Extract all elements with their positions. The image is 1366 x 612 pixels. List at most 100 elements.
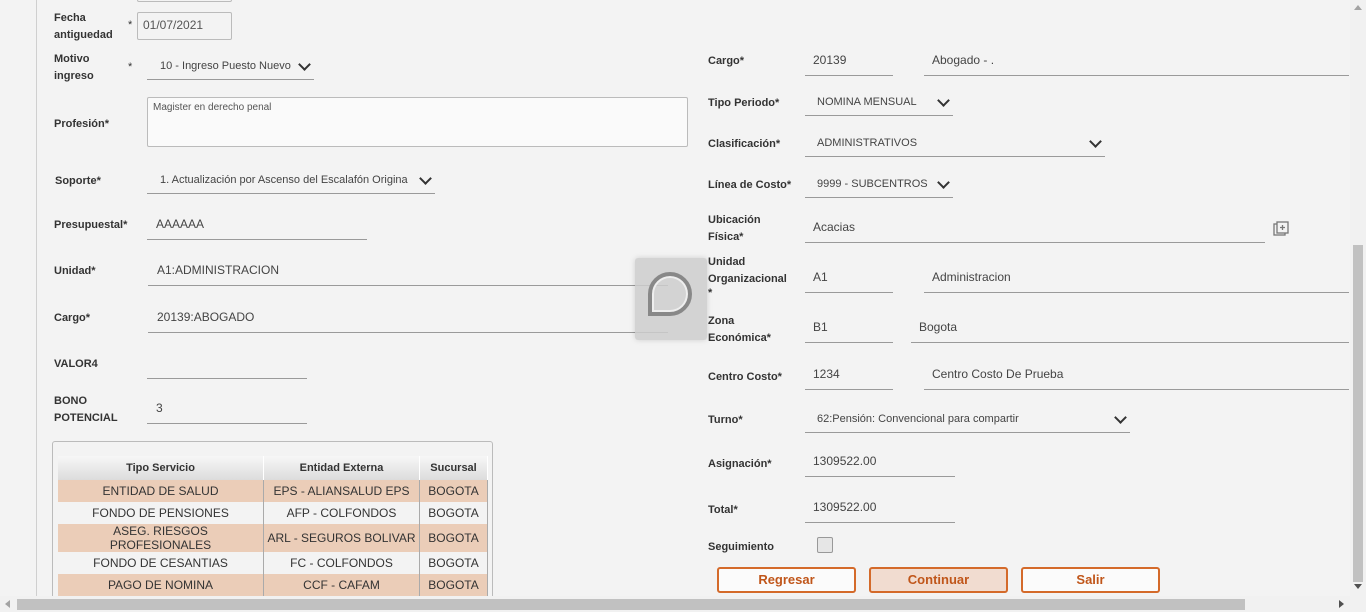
chevron-down-icon xyxy=(937,94,950,107)
fecha-antiguedad-input[interactable]: 01/07/2021 xyxy=(137,12,232,40)
motivo-ingreso-select[interactable]: 10 - Ingreso Puesto Nuevo xyxy=(147,56,314,80)
continuar-button[interactable]: Continuar xyxy=(869,567,1008,593)
seguimiento-checkbox[interactable] xyxy=(817,537,833,553)
table-cell: ARL - SEGUROS BOLIVAR xyxy=(263,524,420,552)
seguimiento-label: Seguimiento xyxy=(708,541,775,553)
required-mark: * xyxy=(128,61,133,73)
horizontal-scrollbar[interactable] xyxy=(0,596,1366,612)
scroll-up-icon[interactable] xyxy=(1354,5,1362,10)
table-cell: ENTIDAD DE SALUD xyxy=(58,480,264,502)
scroll-right-icon[interactable] xyxy=(1339,600,1344,608)
table-cell: FC - COLFONDOS xyxy=(263,552,420,574)
table-row[interactable]: ENTIDAD DE SALUD EPS - ALIANSALUD EPS BO… xyxy=(58,480,488,502)
profesion-textarea[interactable]: Magister en derecho penal xyxy=(147,97,688,147)
column-header: Tipo Servicio xyxy=(58,456,264,480)
unidad-org-code-input[interactable]: A1 xyxy=(805,267,893,293)
centro-costo-code-input[interactable]: 1234 xyxy=(805,364,893,390)
asignacion-label: Asignación* xyxy=(708,458,772,470)
chevron-down-icon xyxy=(1089,135,1102,148)
linea-costo-select[interactable]: 9999 - SUBCENTROS xyxy=(805,174,953,198)
salir-button[interactable]: Salir xyxy=(1021,567,1160,593)
presupuestal-input[interactable]: AAAAAA xyxy=(147,214,367,240)
scroll-down-icon[interactable] xyxy=(1354,584,1362,589)
cut-off-field[interactable] xyxy=(137,0,232,2)
total-label: Total* xyxy=(708,504,738,516)
table-cell: EPS - ALIANSALUD EPS xyxy=(263,480,420,502)
table-cell: AFP - COLFONDOS xyxy=(263,502,420,524)
vertical-scroll-thumb[interactable] xyxy=(1353,245,1363,582)
table-cell: BOGOTA xyxy=(419,502,488,524)
chevron-down-icon xyxy=(419,172,432,185)
add-location-icon[interactable] xyxy=(1273,221,1289,237)
soporte-select[interactable]: 1. Actualización por Ascenso del Escalaf… xyxy=(147,170,435,194)
table-row[interactable]: PAGO DE NOMINA CCF - CAFAM BOGOTA xyxy=(58,574,488,596)
regresar-button[interactable]: Regresar xyxy=(717,567,856,593)
tipo-periodo-label: Tipo Periodo* xyxy=(708,97,780,109)
turno-value: 62:Pensión: Convencional para compartir xyxy=(817,413,1019,425)
unidad-input[interactable]: A1:ADMINISTRACION xyxy=(148,260,668,286)
table-cell: FONDO DE PENSIONES xyxy=(58,502,264,524)
bono-potencial-input[interactable]: 3 xyxy=(147,398,307,424)
column-header: Entidad Externa xyxy=(263,456,420,480)
services-table: Tipo Servicio Entidad Externa Sucursal E… xyxy=(58,456,488,596)
tipo-periodo-value: NOMINA MENSUAL xyxy=(817,96,917,108)
form-page: Fecha antiguedad * 01/07/2021 Motivo ing… xyxy=(0,0,1350,596)
bono-potencial-label: BONO POTENCIAL xyxy=(54,395,118,424)
clasificacion-value: ADMINISTRATIVOS xyxy=(817,137,918,149)
cargo-right-label: Cargo* xyxy=(708,55,745,67)
zona-desc-input[interactable]: Bogota xyxy=(911,317,1349,343)
table-row[interactable]: FONDO DE PENSIONES AFP - COLFONDOS BOGOT… xyxy=(58,502,488,524)
linea-costo-label: Línea de Costo* xyxy=(708,179,792,191)
table-cell: BOGOTA xyxy=(419,552,488,574)
total-input[interactable]: 1309522.00 xyxy=(805,497,955,523)
table-cell: FONDO DE CESANTIAS xyxy=(58,552,264,574)
table-cell: ASEG. RIESGOS PROFESIONALES xyxy=(58,524,264,552)
cargo-code-input[interactable]: 20139 xyxy=(805,50,893,76)
motivo-ingreso-value: 10 - Ingreso Puesto Nuevo xyxy=(160,60,291,72)
turno-select[interactable]: 62:Pensión: Convencional para compartir xyxy=(805,409,1130,433)
fecha-antiguedad-label: Fecha antiguedad xyxy=(54,12,113,41)
valor4-label: VALOR4 xyxy=(54,358,98,370)
clasificacion-label: Clasificación* xyxy=(708,138,781,150)
cargo-label: Cargo* xyxy=(54,312,91,324)
table-cell: BOGOTA xyxy=(419,480,488,502)
unidad-label: Unidad* xyxy=(54,265,96,277)
chevron-down-icon xyxy=(1114,411,1127,424)
linea-costo-value: 9999 - SUBCENTROS xyxy=(817,178,928,190)
presupuestal-label: Presupuestal* xyxy=(54,219,128,231)
valor4-input[interactable] xyxy=(147,353,307,379)
ubicacion-fisica-input[interactable]: Acacias xyxy=(805,217,1265,243)
ubicacion-fisica-label: Ubicación Física* xyxy=(708,214,761,243)
tipo-periodo-select[interactable]: NOMINA MENSUAL xyxy=(805,92,953,116)
column-header: Sucursal xyxy=(419,456,488,480)
horizontal-scroll-thumb[interactable] xyxy=(17,599,1245,610)
profesion-label: Profesión* xyxy=(54,118,110,130)
chevron-down-icon xyxy=(937,176,950,189)
required-mark: * xyxy=(128,19,133,31)
scroll-left-icon[interactable] xyxy=(5,600,10,608)
left-border xyxy=(36,0,37,596)
table-cell: BOGOTA xyxy=(419,574,488,596)
motivo-ingreso-label: Motivo ingreso xyxy=(54,53,94,82)
table-cell: PAGO DE NOMINA xyxy=(58,574,264,596)
loading-spinner-icon xyxy=(648,272,692,316)
unidad-org-desc-input[interactable]: Administracion xyxy=(924,267,1349,293)
centro-costo-desc-input[interactable]: Centro Costo De Prueba xyxy=(924,364,1349,390)
table-cell: CCF - CAFAM xyxy=(263,574,420,596)
unidad-organizacional-label: Unidad Organizacional * xyxy=(708,256,787,299)
asignacion-input[interactable]: 1309522.00 xyxy=(805,451,955,477)
soporte-value: 1. Actualización por Ascenso del Escalaf… xyxy=(160,174,408,186)
turno-label: Turno* xyxy=(708,414,743,426)
vertical-scrollbar[interactable] xyxy=(1350,0,1366,596)
chevron-down-icon xyxy=(298,58,311,71)
soporte-label: Soporte* xyxy=(55,175,101,187)
cargo-desc-input[interactable]: Abogado - . xyxy=(924,50,1349,76)
table-row[interactable]: ASEG. RIESGOS PROFESIONALES ARL - SEGURO… xyxy=(58,524,488,552)
centro-costo-label: Centro Costo* xyxy=(708,371,782,383)
loading-overlay xyxy=(635,258,707,340)
zona-economica-label: Zona Económica* xyxy=(708,315,771,344)
zona-code-input[interactable]: B1 xyxy=(805,317,893,343)
cargo-input[interactable]: 20139:ABOGADO xyxy=(148,307,668,333)
table-row[interactable]: FONDO DE CESANTIAS FC - COLFONDOS BOGOTA xyxy=(58,552,488,574)
clasificacion-select[interactable]: ADMINISTRATIVOS xyxy=(805,133,1105,157)
